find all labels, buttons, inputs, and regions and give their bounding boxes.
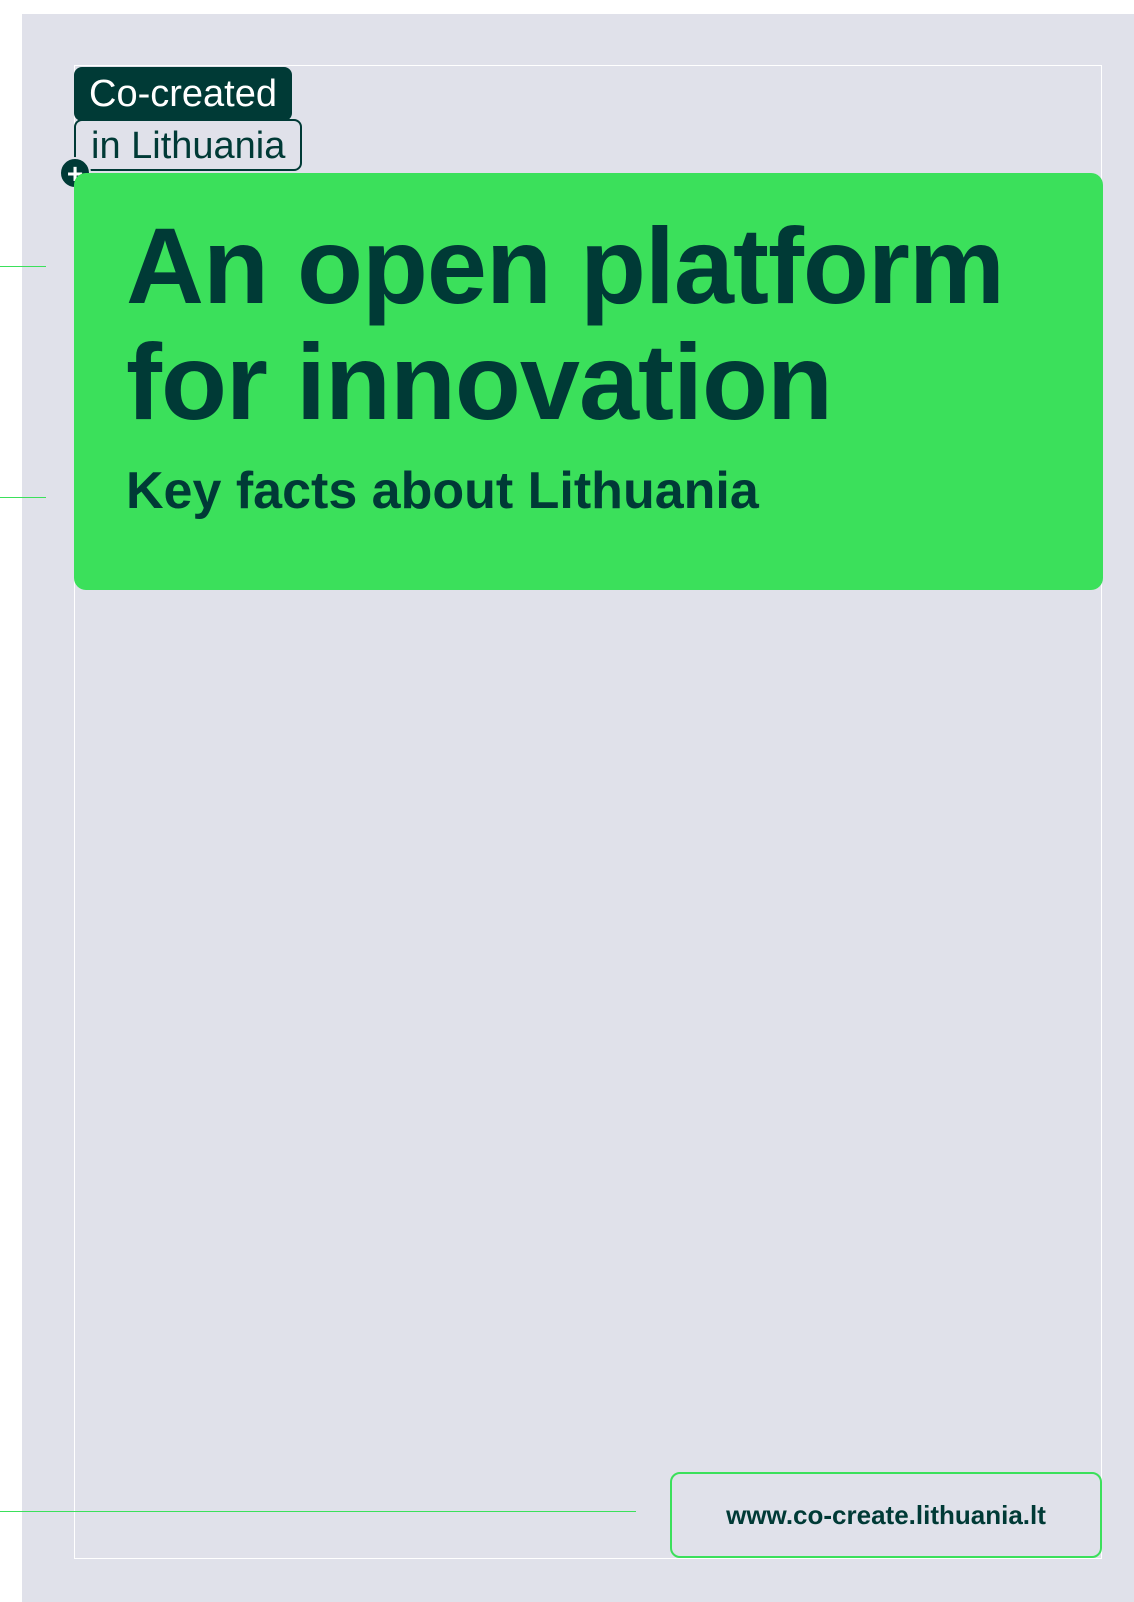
- hero-subtitle: Key facts about Lithuania: [126, 462, 759, 520]
- website-link[interactable]: www.co-create.lithuania.lt: [670, 1472, 1102, 1558]
- hero-title-line-1: An open platform: [126, 205, 1005, 326]
- hero-title-line-2: for innovation: [126, 321, 833, 442]
- guide-line: [0, 497, 46, 498]
- guide-line: [0, 266, 46, 267]
- hero-banner: An open platform for innovation Key fact…: [74, 173, 1103, 590]
- guide-line: [0, 1511, 636, 1512]
- badge-line-1: Co-created: [74, 67, 292, 121]
- badge-line-2: in Lithuania: [74, 119, 303, 171]
- hero-title: An open platform for innovation: [126, 205, 1005, 442]
